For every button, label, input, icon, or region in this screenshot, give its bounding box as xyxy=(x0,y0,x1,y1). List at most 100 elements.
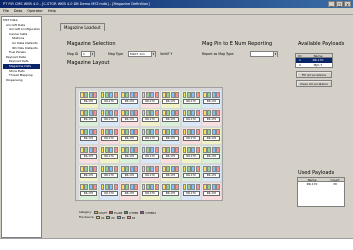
mag-type-select[interactable]: M207 1x1 ▾ xyxy=(128,51,156,57)
magazine-cell[interactable]: RR-170 xyxy=(161,109,180,126)
magazine-cell[interactable]: RR-170 xyxy=(140,109,160,126)
magazine-cell[interactable]: RR-170 xyxy=(202,127,221,145)
fire-source-indicator xyxy=(84,147,89,154)
fire-source-indicator xyxy=(170,92,175,98)
fire-source-indicator xyxy=(170,165,175,172)
magazine-cell[interactable]: RR-170 xyxy=(181,109,201,126)
fire-source-indicator xyxy=(191,147,196,154)
magazine-cell[interactable]: RR-170 xyxy=(120,183,139,200)
magazine-cell[interactable]: RR-170 xyxy=(181,164,201,182)
magazine-cell[interactable]: RR-170 xyxy=(161,146,180,163)
used-payloads-list[interactable]: Name Count RR-170 30 xyxy=(297,177,345,207)
fire-source-indicator xyxy=(154,110,159,117)
menu-help[interactable]: Help xyxy=(48,8,56,14)
list-item[interactable]: RR-170 30 xyxy=(298,182,344,187)
tree-item[interactable]: Dispensing xyxy=(3,78,40,83)
magazine-cell[interactable]: RR-170 xyxy=(79,146,98,163)
fire-source-indicators xyxy=(141,147,159,154)
fire-source-indicator xyxy=(80,184,84,190)
fire-source-indicator xyxy=(109,147,114,154)
magazine-cell[interactable]: RR-170 xyxy=(181,91,201,108)
column-header[interactable]: Count xyxy=(326,178,344,182)
magazine-cell-label: RR-170 xyxy=(141,99,159,104)
tab-magazine-loadout[interactable]: Magazine Loadout xyxy=(60,23,105,31)
magazine-cell[interactable]: RR-170 xyxy=(140,127,160,145)
magazine-cell[interactable]: RR-170 xyxy=(99,109,119,126)
fire-source-indicator xyxy=(84,128,89,135)
fire-source-indicators xyxy=(203,184,220,190)
column-header[interactable]: Name xyxy=(298,178,326,182)
column-header[interactable]: Name xyxy=(304,54,332,58)
magazine-cell[interactable]: RR-170 xyxy=(202,164,221,182)
fire-source-indicator xyxy=(134,110,138,117)
minimize-button[interactable]: _ xyxy=(328,1,335,7)
magazine-cell[interactable]: RR-170 xyxy=(181,146,201,163)
window-title: PT FIR CMS WEB 4.0 - [C-STOR WEB 4.0 DB … xyxy=(3,2,150,6)
fire-source-indicators xyxy=(80,147,97,154)
fire-source-indicator xyxy=(166,165,171,172)
fill-all-locations-button[interactable]: Fill All Locations xyxy=(296,71,332,78)
fire-source-indicator xyxy=(80,147,84,154)
clear-all-locations-button[interactable]: Clear All Locations xyxy=(296,80,332,87)
menu-operator[interactable]: Operator xyxy=(27,8,43,14)
magazine-cell[interactable]: RR-170 xyxy=(140,164,160,182)
list-item[interactable]: 2 MJU-7 xyxy=(296,63,332,68)
mag-id-select[interactable]: 1 ▾ xyxy=(81,51,95,57)
magazine-cell[interactable]: RR-170 xyxy=(161,164,180,182)
magazine-cell[interactable]: RR-170 xyxy=(181,183,201,200)
magazine-cell[interactable]: RR-170 xyxy=(140,91,160,108)
fire-source-indicator xyxy=(211,128,216,135)
magazine-cell[interactable]: RR-170 xyxy=(120,109,139,126)
mag-id-value: 1 xyxy=(83,52,85,56)
magazine-cell-label: RR-170 xyxy=(162,154,179,160)
magazine-cell[interactable]: RR-170 xyxy=(140,146,160,163)
fire-source-indicator xyxy=(203,128,207,135)
fire-source-indicator xyxy=(207,128,212,135)
magazine-cell[interactable]: RR-170 xyxy=(181,127,201,145)
magazine-cell[interactable]: RR-170 xyxy=(79,91,98,108)
menu-data[interactable]: Data xyxy=(14,8,22,14)
magazine-cell-label: RR-170 xyxy=(182,172,200,178)
magazine-cell[interactable]: RR-170 xyxy=(79,109,98,126)
pin-mapping-title: Mag Pin to E Num Reporting xyxy=(202,41,273,47)
magazine-cell[interactable]: RR-170 xyxy=(161,183,180,200)
available-payloads-list[interactable]: ID Name 1 RR-170 2 MJU-7 xyxy=(295,53,333,68)
column-header[interactable]: ID xyxy=(296,54,304,58)
magazine-cell[interactable]: RR-170 xyxy=(120,164,139,182)
magazine-cell[interactable]: RR-170 xyxy=(79,183,98,200)
magazine-cell[interactable]: RR-170 xyxy=(140,183,160,200)
magazine-cell[interactable]: RR-170 xyxy=(99,91,119,108)
report-as-select[interactable]: ▾ xyxy=(250,51,278,57)
fire-source-indicators xyxy=(203,92,220,98)
magazine-cell[interactable]: RR-170 xyxy=(202,91,221,108)
fire-source-indicator xyxy=(211,147,216,154)
magazine-cell[interactable]: RR-170 xyxy=(120,91,139,108)
legend-label: CHAFF xyxy=(98,211,108,215)
magazine-cell[interactable]: RR-170 xyxy=(99,146,119,163)
content-tabs: Magazine Loadout xyxy=(60,23,105,31)
fire-source-indicator xyxy=(104,128,109,135)
magazine-cell[interactable]: RR-170 xyxy=(120,127,139,145)
fire-source-indicator xyxy=(203,147,207,154)
fire-source-indicator xyxy=(100,147,105,154)
fire-source-indicators xyxy=(121,165,138,172)
magazine-cell[interactable]: RR-170 xyxy=(99,164,119,182)
magazine-cell[interactable]: RR-170 xyxy=(99,127,119,145)
fire-source-indicator xyxy=(113,110,118,117)
magazine-cell[interactable]: RR-170 xyxy=(161,91,180,108)
fire-source-indicators xyxy=(182,147,200,154)
fire-source-indicator xyxy=(84,92,89,98)
magazine-cell[interactable]: RR-170 xyxy=(202,109,221,126)
magazine-cell[interactable]: RR-170 xyxy=(202,183,221,200)
close-button[interactable]: x xyxy=(344,1,351,7)
magazine-cell[interactable]: RR-170 xyxy=(161,127,180,145)
magazine-cell[interactable]: RR-170 xyxy=(202,146,221,163)
fire-source-indicator xyxy=(150,128,155,135)
magazine-cell[interactable]: RR-170 xyxy=(79,127,98,145)
magazine-cell[interactable]: RR-170 xyxy=(99,183,119,200)
magazine-cell[interactable]: RR-170 xyxy=(79,164,98,182)
magazine-cell[interactable]: RR-170 xyxy=(120,146,139,163)
menu-file[interactable]: File xyxy=(3,8,9,14)
maximize-button[interactable]: □ xyxy=(336,1,343,7)
fire-source-indicator xyxy=(166,92,171,98)
